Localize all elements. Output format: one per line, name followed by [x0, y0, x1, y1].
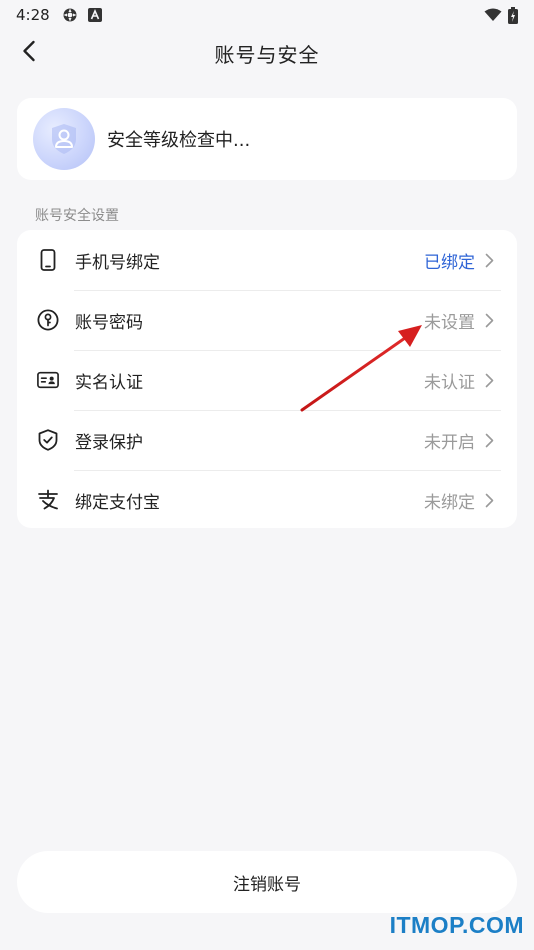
setting-label: 绑定支付宝: [75, 492, 160, 513]
chevron-right-icon: [485, 432, 495, 448]
id-card-icon: [37, 369, 59, 391]
section-label: 账号安全设置: [35, 208, 119, 224]
setting-label: 账号密码: [75, 312, 143, 333]
battery-charging-icon: [508, 6, 518, 24]
chevron-right-icon: [485, 312, 495, 328]
chevron-left-icon: [22, 40, 36, 66]
setting-label: 实名认证: [75, 372, 143, 393]
status-right-group: [484, 6, 518, 24]
setting-status: 未开启: [424, 432, 475, 453]
user-shield-icon: [33, 108, 95, 170]
account-security-page: 4:28 账号与安全 安全等级检查中... 账号安全设置 手机号绑定 已绑定 账…: [0, 0, 534, 950]
settings-list: 手机号绑定 已绑定 账号密码 未设置 实名认证 未认证 登录保护 未开启 绑定支…: [17, 230, 517, 528]
setting-status: 未认证: [424, 372, 475, 393]
shield-check-icon: [37, 429, 59, 451]
setting-row-alipay-binding[interactable]: 绑定支付宝 未绑定: [17, 470, 517, 528]
header: 账号与安全: [0, 30, 534, 76]
back-button[interactable]: [14, 38, 44, 68]
chevron-right-icon: [485, 372, 495, 388]
security-summary-card: 安全等级检查中...: [17, 98, 517, 180]
status-time: 4:28: [16, 6, 50, 24]
settings-gear-icon: [62, 7, 78, 23]
chevron-right-icon: [485, 252, 495, 268]
phone-icon: [37, 249, 59, 271]
setting-status: 未绑定: [424, 492, 475, 513]
wifi-icon: [484, 8, 502, 22]
setting-row-real-name[interactable]: 实名认证 未认证: [17, 350, 517, 410]
page-title: 账号与安全: [214, 42, 320, 67]
deregister-account-button[interactable]: 注销账号: [17, 851, 517, 913]
alipay-icon: [37, 489, 59, 511]
font-a-icon: [87, 8, 102, 22]
setting-row-login-protection[interactable]: 登录保护 未开启: [17, 410, 517, 470]
setting-label: 登录保护: [75, 432, 143, 453]
chevron-right-icon: [485, 492, 495, 508]
setting-status: 未设置: [424, 312, 475, 333]
status-bar: 4:28: [0, 0, 534, 30]
key-icon: [37, 309, 59, 331]
setting-row-phone-binding[interactable]: 手机号绑定 已绑定: [17, 230, 517, 290]
setting-status: 已绑定: [424, 252, 475, 273]
watermark-text: ITMOP.COM: [389, 912, 524, 938]
setting-label: 手机号绑定: [75, 252, 160, 273]
setting-row-account-password[interactable]: 账号密码 未设置: [17, 290, 517, 350]
security-status-text: 安全等级检查中...: [107, 130, 251, 151]
